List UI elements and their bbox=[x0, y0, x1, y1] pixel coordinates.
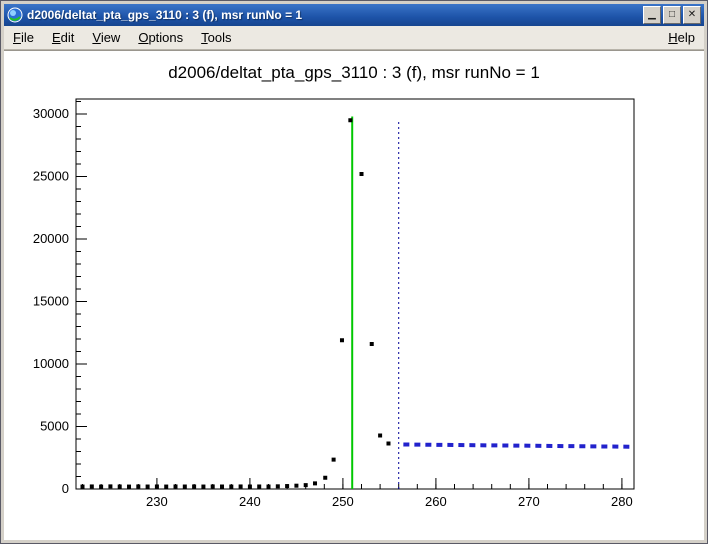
svg-text:230: 230 bbox=[146, 494, 168, 509]
menu-item-options[interactable]: Options bbox=[129, 26, 192, 49]
minimize-button[interactable]: ▁ bbox=[643, 6, 661, 24]
svg-text:15000: 15000 bbox=[33, 294, 69, 309]
app-icon bbox=[7, 7, 23, 23]
menu-spacer bbox=[241, 26, 660, 49]
menu-items: FileEditViewOptionsTools bbox=[4, 26, 241, 49]
titlebar-controls: ▁□✕ bbox=[643, 6, 701, 24]
menu-item-edit[interactable]: Edit bbox=[43, 26, 83, 49]
window-title: d2006/deltat_pta_gps_3110 : 3 (f), msr r… bbox=[27, 8, 639, 22]
svg-text:30000: 30000 bbox=[33, 106, 69, 121]
svg-text:250: 250 bbox=[332, 494, 354, 509]
plot-svg: 230 240 250 260 270 280 0 5000 10000 15000 20000 25… bbox=[4, 51, 704, 540]
title-bar[interactable]: d2006/deltat_pta_gps_3110 : 3 (f), msr r… bbox=[4, 4, 704, 26]
main-window: d2006/deltat_pta_gps_3110 : 3 (f), msr r… bbox=[0, 0, 708, 544]
menu-item-help[interactable]: Help bbox=[659, 26, 704, 49]
svg-text:240: 240 bbox=[239, 494, 261, 509]
svg-text:20000: 20000 bbox=[33, 231, 69, 246]
svg-text:10000: 10000 bbox=[33, 356, 69, 371]
menu-bar: FileEditViewOptionsTools Help bbox=[4, 26, 704, 50]
close-button[interactable]: ✕ bbox=[683, 6, 701, 24]
menu-item-view[interactable]: View bbox=[83, 26, 129, 49]
plot-canvas[interactable]: d2006/deltat_pta_gps_3110 : 3 (f), msr r… bbox=[4, 50, 704, 540]
svg-text:5000: 5000 bbox=[40, 419, 69, 434]
menu-item-tools[interactable]: Tools bbox=[192, 26, 240, 49]
maximize-button[interactable]: □ bbox=[663, 6, 681, 24]
svg-text:25000: 25000 bbox=[33, 169, 69, 184]
menu-item-file[interactable]: File bbox=[4, 26, 43, 49]
svg-text:270: 270 bbox=[518, 494, 540, 509]
svg-text:280: 280 bbox=[611, 494, 633, 509]
svg-text:0: 0 bbox=[62, 481, 69, 496]
svg-text:260: 260 bbox=[425, 494, 447, 509]
